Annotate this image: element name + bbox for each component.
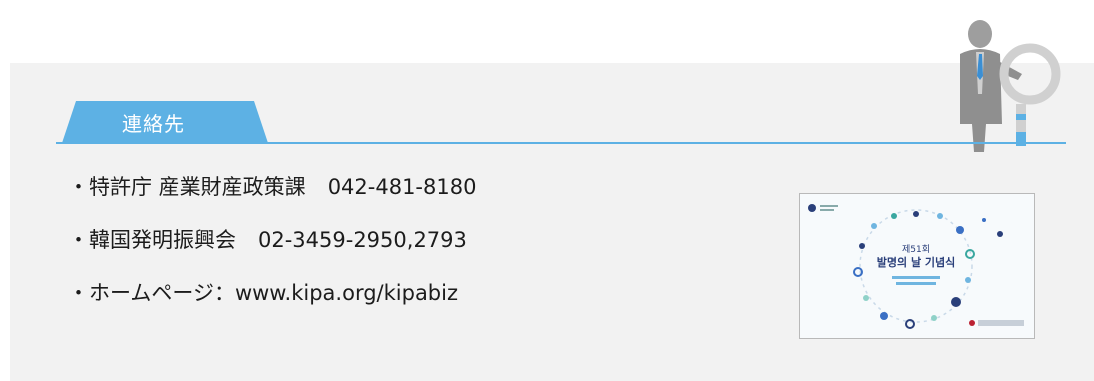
contact-list: ・特許庁 産業財産政策課 042-481-8180 ・韓国発明振興会 02-3459… <box>68 172 476 331</box>
event-poster-graphic: 제51회 발명의 날 기념식 <box>800 194 1034 338</box>
poster-title-line1: 제51회 <box>902 244 930 255</box>
contact-item-homepage: ・ホームページ：www.kipa.org/kipabiz <box>68 278 476 331</box>
contact-association-phone: 02-3459-2950,2793 <box>258 228 467 252</box>
event-poster-thumbnail[interactable]: 제51회 발명의 날 기념식 <box>799 193 1035 339</box>
poster-title-line2: 발명의 날 기념식 <box>877 255 956 269</box>
contact-association-name: ・韓国発明振興会 <box>68 228 236 252</box>
contact-homepage-label: ・ホームページ： <box>68 281 235 305</box>
contact-office-phone: 042-481-8180 <box>327 175 477 199</box>
contact-item-association: ・韓国発明振興会 02-3459-2950,2793 <box>68 225 476 278</box>
person-with-magnifier-icon <box>960 20 1061 152</box>
poster-logo-icon <box>808 204 816 212</box>
contact-item-office: ・特許庁 産業財産政策課 042-481-8180 <box>68 172 476 225</box>
section-divider <box>56 142 1066 144</box>
contact-office-name: ・特許庁 産業財産政策課 <box>68 175 306 199</box>
contact-tab-label: 連絡先 <box>122 112 185 136</box>
contact-homepage-link[interactable]: www.kipa.org/kipabiz <box>235 281 458 305</box>
